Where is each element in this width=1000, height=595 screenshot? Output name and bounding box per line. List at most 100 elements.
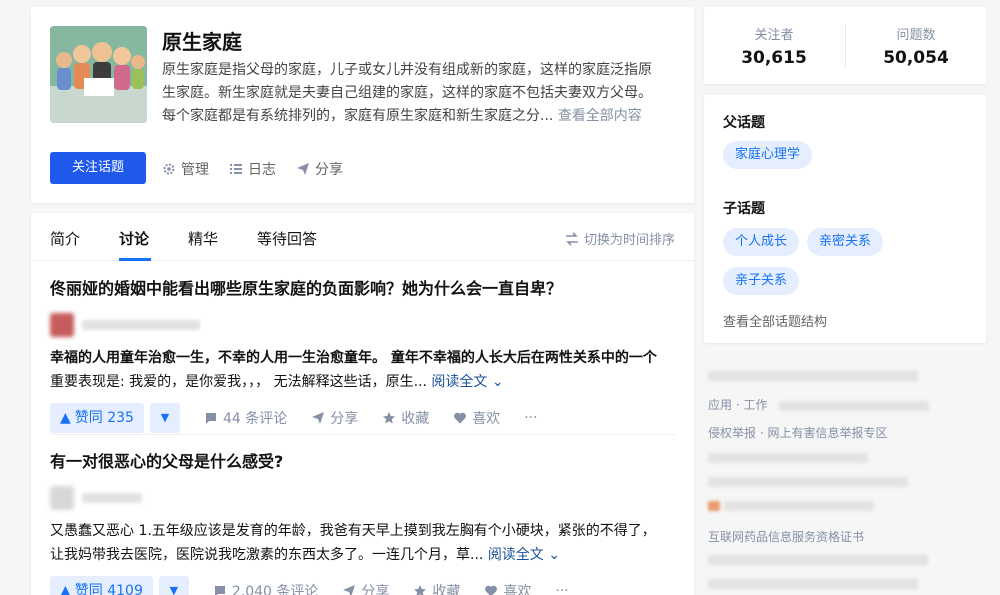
topic-actions: 管理 日志 分享 [162,159,343,179]
comments-count: 2,040 条评论 [231,584,319,595]
answer-excerpt[interactable]: 又愚蠢又恶心 1.五年级应该是发育的年龄，我爸有天早上摸到我左胸有个小硬块，紧张… [50,519,675,567]
item-divider [50,434,675,435]
share-button[interactable]: 分享 [342,581,389,595]
avatar[interactable] [50,313,74,337]
avatar[interactable] [50,486,74,510]
share-topic-button[interactable]: 分享 [296,159,343,179]
footer-blurred-line [708,498,874,512]
author-name-blurred [82,493,142,503]
excerpt-line: 又愚蠢又恶心 1.五年级应该是发育的年龄，我爸有天早上摸到我左胸有个小硬块，紧张… [50,523,656,539]
send-icon [343,585,356,595]
share-label: 分享 [330,411,359,427]
related-topics-card: 父话题 家庭心理学 子话题 个人成长 亲密关系 亲子关系 查看全部话题结构 [704,95,986,343]
manage-label: 管理 [181,162,209,178]
upvote-count: 赞同 4109 [74,583,143,595]
discussion-feed-card: 简介 讨论 精华 等待回答 切换为时间排序 佟丽娅的婚姻中能看出哪些原生家庭的负… [31,213,694,595]
chevron-down-icon: ⌄ [491,374,504,390]
active-tab-indicator [119,258,151,261]
topic-description: 原生家庭是指父母的家庭，儿子或女儿并没有组成新的家庭，这样的家庭泛指原 生家庭。… [162,59,667,128]
action-bar: ▲ 赞同 4109 ▼ 2,040 条评论 分享 收藏 喜欢 ··· [50,576,675,595]
ellipsis-icon: ··· [524,410,538,426]
followers-stat[interactable]: 关注者 30,615 [704,24,844,68]
question-title[interactable]: 有一对很恶心的父母是什么感受? [50,448,675,472]
list-icon [230,164,242,174]
star-icon [414,585,427,595]
answer-excerpt[interactable]: 幸福的人用童年治愈一生，不幸的人用一生治愈童年。 童年不幸福的人长大后在两性关系… [50,346,675,394]
upvote-button[interactable]: ▲ 赞同 4109 [50,576,153,595]
followers-label: 关注者 [754,28,794,43]
collect-button[interactable]: 收藏 [413,581,460,595]
collect-button[interactable]: 收藏 [382,408,429,428]
like-label: 喜欢 [472,411,501,427]
footer-blurred-line [708,474,908,488]
footer-license-link[interactable]: 互联网药品信息服务资格证书 [708,528,864,545]
excerpt-line: 重要表现是: 我爱的，是你爱我，，， 无法解释这些话，原生... [50,374,427,390]
downvote-button[interactable]: ▼ [149,403,180,433]
chevron-down-icon: ⌄ [548,547,560,563]
sort-label: 切换为时间排序 [583,233,675,248]
follow-topic-button[interactable]: 关注话题 [50,152,146,184]
see-all-topic-structure-link[interactable]: 查看全部话题结构 [723,311,827,330]
child-topic-tag[interactable]: 个人成长 [723,228,800,256]
triangle-up-icon: ▲ [60,410,71,426]
topic-stats-card: 关注者 30,615 问题数 50,054 [704,7,986,84]
see-full-content-link[interactable]: 查看全部内容 [558,108,642,124]
child-topics-title: 子话题 [723,201,765,217]
tab-featured[interactable]: 精华 [188,228,218,249]
footer-app-link[interactable]: 应用 [708,398,732,412]
read-more-label: 阅读全文 [431,374,488,390]
like-label: 喜欢 [503,584,532,595]
log-button[interactable]: 日志 [229,159,276,179]
more-options-button[interactable]: ··· [524,410,537,426]
excerpt-line: 幸福的人用童年治愈一生，不幸的人用一生治愈童年。 童年不幸福的人长大后在两性关系… [50,350,657,366]
gear-icon [163,163,175,175]
tab-intro[interactable]: 简介 [50,228,80,249]
more-options-button[interactable]: ··· [555,583,568,595]
upvote-button[interactable]: ▲ 赞同 235 [50,403,144,433]
comments-count: 44 条评论 [222,411,288,427]
send-icon [312,412,325,424]
questions-stat[interactable]: 问题数 50,054 [846,24,986,68]
topic-desc-line: 原生家庭是指父母的家庭，儿子或女儿并没有组成新的家庭，这样的家庭泛指原 [162,62,652,78]
footer-blurred-line [708,576,918,590]
author-info [50,313,675,337]
parent-topic-tag[interactable]: 家庭心理学 [723,141,813,169]
upvote-count: 赞同 235 [74,410,134,426]
topic-tabs: 简介 讨论 精华 等待回答 切换为时间排序 [31,213,694,261]
child-topic-tag[interactable]: 亲密关系 [807,228,884,256]
tab-waiting-answers[interactable]: 等待回答 [257,228,317,249]
feed-item: 佟丽娅的婚姻中能看出哪些原生家庭的负面影响？她为什么会一直自卑？ 幸福的人用童年… [50,275,675,433]
footer-harmful-info-link[interactable]: 网上有害信息举报专区 [767,426,887,440]
topic-cover-image [50,26,147,123]
like-button[interactable]: 喜欢 [453,408,500,428]
question-title[interactable]: 佟丽娅的婚姻中能看出哪些原生家庭的负面影响？她为什么会一直自卑？ [50,275,675,299]
topic-title: 原生家庭 [162,30,242,54]
manage-button[interactable]: 管理 [162,159,209,179]
ellipsis-icon: ··· [555,583,569,595]
collect-label: 收藏 [401,411,430,427]
sort-by-time-toggle[interactable]: 切换为时间排序 [565,229,675,248]
like-button[interactable]: 喜欢 [484,581,531,595]
heart-icon [454,412,467,424]
feed-item: 有一对很恶心的父母是什么感受? 又愚蠢又恶心 1.五年级应该是发育的年龄，我爸有… [50,448,675,595]
tab-discussion[interactable]: 讨论 [119,228,149,249]
footer-blurred-line [708,552,928,566]
comments-button[interactable]: 2,040 条评论 [213,581,319,595]
footer-report-row: 侵权举报 · 网上有害信息举报专区 [708,426,888,440]
author-name-blurred [82,320,200,330]
read-more-link[interactable]: 阅读全文 ⌄ [431,374,503,390]
footer-blurred-line [708,450,868,464]
author-info [50,486,675,510]
footer-blurred-line [708,368,918,382]
share-button[interactable]: 分享 [311,408,358,428]
child-topic-tag[interactable]: 亲子关系 [723,267,800,295]
footer-work-link[interactable]: 工作 [743,398,767,412]
downvote-button[interactable]: ▼ [158,576,189,595]
footer-infringement-link[interactable]: 侵权举报 [708,426,756,440]
comments-button[interactable]: 44 条评论 [204,408,287,428]
action-bar: ▲ 赞同 235 ▼ 44 条评论 分享 收藏 喜欢 ··· [50,403,675,433]
share-label: 分享 [361,584,390,595]
read-more-link[interactable]: 阅读全文 ⌄ [488,547,560,563]
send-icon [297,163,309,175]
log-label: 日志 [248,162,276,178]
